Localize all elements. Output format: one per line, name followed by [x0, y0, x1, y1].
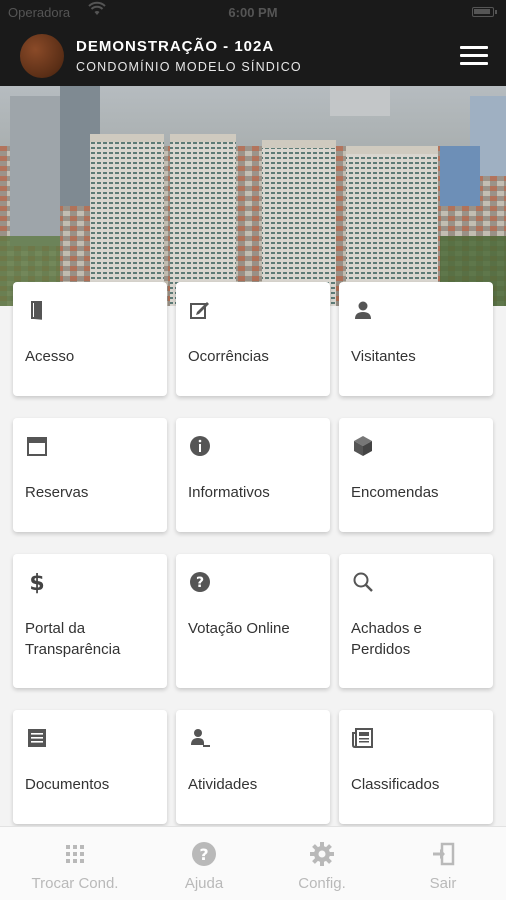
help-icon: ?	[192, 842, 216, 866]
question-icon: ?	[190, 572, 210, 592]
logout-icon	[433, 842, 455, 866]
tile-label: Encomendas	[351, 484, 439, 501]
tab-trocar-cond[interactable]: Trocar Cond.	[12, 827, 138, 900]
svg-text:$: $	[29, 571, 44, 594]
tile-label: Informativos	[188, 484, 270, 501]
svg-text:?: ?	[199, 845, 208, 864]
tile-ocorrencias[interactable]: Ocorrências	[176, 282, 330, 396]
tile-encomendas[interactable]: Encomendas	[339, 418, 493, 532]
app-header: Operadora 6:00 PM DEMONSTRAÇÃO - 102A CO…	[0, 0, 506, 86]
tile-atividades[interactable]: Atividades	[176, 710, 330, 824]
tile-achados-perdidos[interactable]: Achados e Perdidos	[339, 554, 493, 688]
dollar-icon: $	[29, 571, 44, 594]
info-icon	[190, 436, 210, 456]
tile-acesso[interactable]: Acesso	[13, 282, 167, 396]
package-icon	[354, 436, 372, 456]
city-skyline-image	[0, 86, 506, 306]
tile-reservas[interactable]: Reservas	[13, 418, 167, 532]
hamburger-menu-button[interactable]	[460, 44, 490, 68]
tile-label: Ocorrências	[188, 348, 269, 365]
tab-label: Ajuda	[184, 875, 224, 892]
tile-label: Portal da Transparência	[25, 620, 121, 658]
tile-label: Atividades	[188, 776, 258, 793]
tab-label: Config.	[298, 875, 346, 892]
tile-informativos[interactable]: Informativos	[176, 418, 330, 532]
condo-avatar[interactable]	[20, 34, 64, 78]
newspaper-icon	[352, 728, 373, 748]
condo-banner-image	[0, 86, 506, 306]
tab-config[interactable]: Config.	[259, 827, 385, 900]
activity-icon	[191, 729, 210, 747]
search-icon	[353, 572, 373, 592]
svg-text:?: ?	[196, 575, 204, 591]
condo-title: DEMONSTRAÇÃO - 102A	[76, 38, 275, 55]
calendar-icon	[27, 437, 47, 456]
feature-grid: Acesso Ocorrências Visitantes Reservas I…	[0, 280, 506, 825]
condo-subtitle: CONDOMÍNIO MODELO SÍNDICO	[76, 60, 302, 74]
menu-bar-icon	[460, 62, 488, 65]
bottom-tab-bar: Trocar Cond. ? Ajuda Config. Sair	[0, 826, 506, 900]
gear-icon	[310, 842, 334, 866]
tile-label: Acesso	[25, 348, 75, 365]
edit-icon	[190, 302, 209, 319]
tab-label: Sair	[429, 875, 457, 892]
tile-label: Reservas	[25, 484, 89, 501]
document-icon	[28, 729, 46, 747]
tile-label: Documentos	[25, 776, 110, 793]
status-bar: Operadora 6:00 PM	[0, 0, 506, 24]
tile-label: Achados e Perdidos	[351, 620, 422, 658]
tab-ajuda[interactable]: ? Ajuda	[141, 827, 267, 900]
tile-votacao-online[interactable]: ? Votação Online	[176, 554, 330, 688]
tile-classificados[interactable]: Classificados	[339, 710, 493, 824]
grid-icon	[66, 845, 84, 863]
tile-visitantes[interactable]: Visitantes	[339, 282, 493, 396]
person-icon	[355, 301, 371, 319]
tile-documentos[interactable]: Documentos	[13, 710, 167, 824]
tab-sair[interactable]: Sair	[380, 827, 506, 900]
battery-icon	[472, 7, 497, 17]
tile-label: Visitantes	[351, 348, 416, 365]
door-icon	[31, 301, 42, 320]
menu-bar-icon	[460, 46, 488, 49]
tile-portal-transparencia[interactable]: $ Portal da Transparência	[13, 554, 167, 688]
tile-label: Votação Online	[188, 620, 290, 637]
menu-bar-icon	[460, 54, 488, 57]
clock: 6:00 PM	[228, 5, 278, 20]
tab-label: Trocar Cond.	[31, 875, 119, 892]
tile-label: Classificados	[351, 776, 440, 793]
